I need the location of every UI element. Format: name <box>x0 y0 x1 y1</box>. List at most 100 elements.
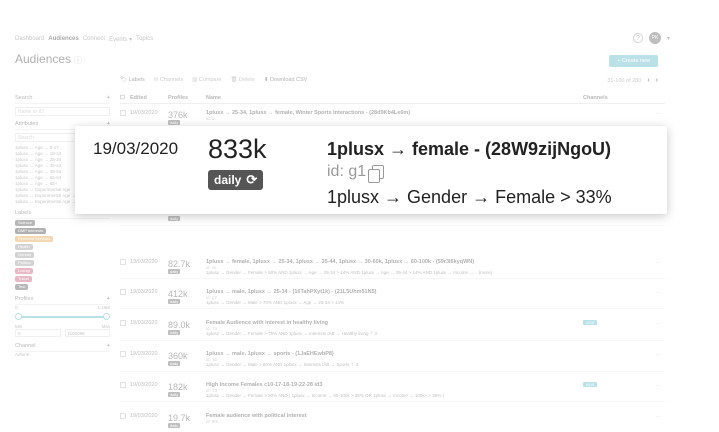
top-nav: Dashboard Audiences Connect Events ▾ Top… <box>15 36 153 43</box>
header-name[interactable]: Name <box>206 95 583 101</box>
row-audience-rule: 1plusx → Gender → Female > 50% AND 1plus… <box>206 270 493 275</box>
channels-button[interactable]: ⛁ Channels <box>154 77 183 83</box>
row-checkbox[interactable] <box>120 259 126 265</box>
channel-badge: ADS <box>583 382 598 387</box>
label-filter-item[interactable]: Financial Services <box>15 235 110 243</box>
nav-connect[interactable]: Connect <box>83 36 105 43</box>
label-filter-item[interactable]: Science <box>15 219 110 227</box>
table-row[interactable]: 19/03/2020 360k daily 1plusx → male, 1plusx… <box>120 348 665 372</box>
delete-button[interactable]: 🗑 Delete <box>230 77 254 83</box>
row-profile-count: 82.7k <box>168 259 191 269</box>
min-max-inputs: 0 1160096 <box>15 329 110 337</box>
labels-button[interactable]: 🏷 Labels <box>120 77 145 83</box>
compare-button[interactable]: ▥ Compare <box>192 77 221 83</box>
nav-topics[interactable]: Topics <box>136 36 153 43</box>
row-edited-date: 19/03/2020 <box>130 289 158 295</box>
row-profiles: 82.7k daily <box>168 259 206 275</box>
row-name-cell: 1plusx → 25-34, 1plusx → female, Winter … <box>206 110 583 126</box>
max-input[interactable]: 1160096 <box>64 329 110 337</box>
table-row[interactable]: 19/03/2020 182k daily High Income Females c… <box>120 379 665 402</box>
daily-badge: daily <box>168 423 181 428</box>
download-csv-button[interactable]: ⬇ Download CSV <box>264 77 307 83</box>
daily-badge-label: daily <box>214 173 242 187</box>
help-icon[interactable]: ? <box>632 33 643 43</box>
label-filter-item[interactable]: Gender <box>15 251 110 259</box>
label-filter-item[interactable]: Health <box>15 243 110 251</box>
label-tag: Luxury <box>15 268 34 274</box>
create-new-button[interactable]: + Create new <box>609 55 658 67</box>
channel-badge: ADS <box>583 320 598 325</box>
row-channels: ADS <box>583 320 665 337</box>
label-filter-item[interactable]: Travel <box>15 275 110 283</box>
table-row[interactable]: 19/03/2020 89.0k daily Female Audience with… <box>120 317 665 341</box>
row-name-cell: 1plusx → male, 1plusx → 25-34 - (16TahPX… <box>206 289 583 305</box>
row-name-cell: Female audience with political interest i… <box>206 413 583 429</box>
table-row[interactable]: 19/03/2020 412k daily 1plusx → male, 1plusx… <box>120 286 665 309</box>
table-row[interactable]: 19/03/2020 82.7k daily 1plusx → female, 1pl… <box>120 256 665 279</box>
row-edited-date: 19/03/2020 <box>130 259 158 265</box>
label-tag: Gender <box>15 252 35 258</box>
row-edited-date: 19/03/2020 <box>130 320 158 326</box>
row-menu-icon[interactable]: ··· <box>656 290 662 296</box>
avatar[interactable]: PK <box>648 32 661 44</box>
label-tag: DMP Interests <box>15 228 47 234</box>
label-list: Science DMP Interests Financial Services He… <box>15 219 110 291</box>
row-menu-icon[interactable]: ··· <box>656 352 662 358</box>
copy-icon[interactable] <box>368 165 385 183</box>
nav-events[interactable]: Events ▾ <box>109 36 132 43</box>
nav-audiences[interactable]: Audiences <box>48 36 78 43</box>
row-menu-icon[interactable]: ··· <box>656 260 662 266</box>
min-input[interactable]: 0 <box>15 329 61 337</box>
daily-badge: daily <box>168 330 181 335</box>
row-checkbox[interactable] <box>120 413 126 419</box>
page: Dashboard Audiences Connect Events ▾ Top… <box>0 0 719 432</box>
labels-section-title: Labels <box>15 210 32 216</box>
row-profiles: 89.0k daily <box>168 320 206 337</box>
row-menu-icon[interactable]: ··· <box>656 321 662 327</box>
header-edited[interactable]: Edited <box>130 95 168 101</box>
info-icon[interactable]: ⓘ <box>74 56 82 65</box>
delete-button-label: Delete <box>239 77 255 83</box>
row-channels <box>583 110 665 126</box>
next-page-icon[interactable]: › <box>656 77 658 84</box>
table-row[interactable]: 19/03/2020 19.7k daily Female audience with… <box>120 410 665 432</box>
label-filter-item[interactable]: DMP Interests <box>15 227 110 235</box>
row-menu-icon[interactable]: ··· <box>656 383 662 389</box>
slider-min-handle[interactable] <box>15 313 22 320</box>
chevron-down-icon[interactable]: ▾ <box>667 35 670 42</box>
row-checkbox[interactable] <box>120 289 126 295</box>
channel-section-header: Channel + <box>15 341 110 352</box>
row-profiles: 360k daily <box>168 351 206 368</box>
header-channels: Channels <box>583 95 608 101</box>
label-filter-item[interactable]: Politics <box>15 259 110 267</box>
profiles-range-slider[interactable] <box>15 313 110 321</box>
label-filter-item[interactable]: Test <box>15 283 110 291</box>
row-checkbox[interactable] <box>120 110 126 116</box>
plus-icon[interactable]: + <box>107 343 110 349</box>
row-checkbox[interactable] <box>120 351 126 357</box>
page-title-text: Audiences <box>15 52 72 66</box>
row-checkbox[interactable] <box>120 382 126 388</box>
refresh-icon: ⟳ <box>246 172 258 187</box>
row-menu-icon[interactable]: ··· <box>656 414 662 420</box>
prev-page-icon[interactable]: ‹ <box>647 77 649 84</box>
row-checkbox[interactable] <box>120 320 126 326</box>
row-name-cell: 1plusx → male, 1plusx → sports - (1JaEHE… <box>206 351 583 368</box>
zoom-audience-id: id: g1 <box>327 163 385 183</box>
search-input[interactable]: Name or ID <box>15 107 110 116</box>
row-profiles: 376k daily <box>168 110 206 126</box>
plus-icon[interactable]: + <box>107 95 110 101</box>
nav-dashboard[interactable]: Dashboard <box>15 36 44 43</box>
header-profiles[interactable]: Profiles <box>168 95 206 101</box>
zoom-audience-name[interactable]: 1plusx → female - (28W9zijNgoU) <box>327 139 611 160</box>
highlighted-audience-row[interactable]: 19/03/2020 833k daily ⟳ 1plusx → female … <box>75 126 667 214</box>
label-filter-item[interactable]: Luxury <box>15 267 110 275</box>
row-profile-count: 19.7k <box>168 413 191 423</box>
daily-badge: daily <box>168 392 181 397</box>
slider-track <box>17 316 108 318</box>
select-all-checkbox[interactable]: ☐ <box>120 95 130 101</box>
channel-option[interactable]: Adform <box>15 352 110 358</box>
plus-icon[interactable]: + <box>107 296 110 302</box>
row-menu-icon[interactable]: ··· <box>656 111 662 117</box>
slider-max-handle[interactable] <box>103 313 110 320</box>
